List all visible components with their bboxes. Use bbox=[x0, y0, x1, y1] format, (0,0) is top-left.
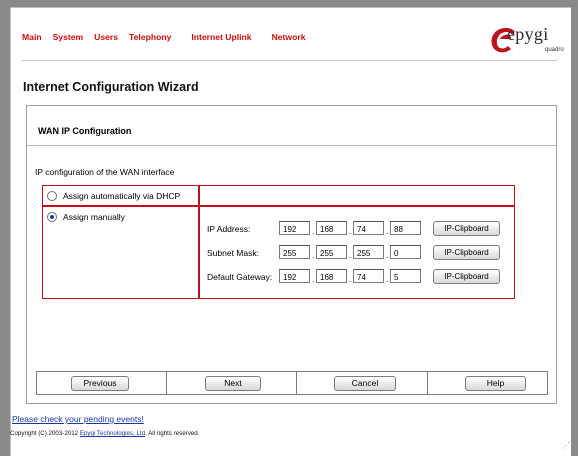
default-gateway-label: Default Gateway: bbox=[207, 272, 273, 282]
brand-subtitle: quadro bbox=[545, 47, 564, 53]
button-bar-divider bbox=[296, 372, 297, 394]
subnet-dot: . bbox=[312, 251, 315, 260]
wizard-button-bar: Previous Next Cancel Help bbox=[36, 371, 548, 395]
subnet-octet-1[interactable] bbox=[279, 245, 310, 259]
subnet-octet-3[interactable] bbox=[353, 245, 384, 259]
button-bar-divider bbox=[427, 372, 428, 394]
ip-octet-1[interactable] bbox=[279, 221, 310, 235]
ip-dot: . bbox=[312, 227, 315, 236]
next-button[interactable]: Next bbox=[205, 376, 261, 391]
manual-radio-label: Assign manually bbox=[63, 212, 125, 222]
subnet-mask-label: Subnet Mask: bbox=[207, 248, 259, 258]
ip-octet-4[interactable] bbox=[390, 221, 421, 235]
intro-text: IP configuration of the WAN interface bbox=[35, 167, 175, 177]
main-nav: Main System Users Telephony Internet Upl… bbox=[22, 32, 305, 44]
nav-telephony[interactable]: Telephony bbox=[129, 32, 171, 44]
subnet-octet-4[interactable] bbox=[390, 245, 421, 259]
ip-clipboard-button[interactable]: IP-Clipboard bbox=[433, 221, 500, 236]
subnet-dot: . bbox=[349, 251, 352, 260]
cancel-button[interactable]: Cancel bbox=[334, 376, 396, 391]
help-button[interactable]: Help bbox=[465, 376, 526, 391]
gateway-octet-1[interactable] bbox=[279, 269, 310, 283]
gateway-dot: . bbox=[312, 275, 315, 284]
nav-users[interactable]: Users bbox=[94, 32, 118, 44]
window-frame-left bbox=[0, 0, 10, 456]
subnet-clipboard-button[interactable]: IP-Clipboard bbox=[433, 245, 500, 260]
gateway-octet-4[interactable] bbox=[390, 269, 421, 283]
ip-address-label: IP Address: bbox=[207, 224, 251, 234]
panel-header: WAN IP Configuration bbox=[27, 106, 556, 146]
ip-octet-2[interactable] bbox=[316, 221, 347, 235]
gateway-octet-2[interactable] bbox=[316, 269, 347, 283]
ip-dot: . bbox=[349, 227, 352, 236]
window-frame-right bbox=[571, 0, 578, 456]
nav-network[interactable]: Network bbox=[272, 32, 306, 44]
panel-title: WAN IP Configuration bbox=[38, 126, 132, 136]
nav-main[interactable]: Main bbox=[22, 32, 42, 44]
gateway-dot: . bbox=[349, 275, 352, 284]
copyright-suffix: . All rights reserved. bbox=[145, 430, 200, 437]
resize-grip-icon: ⋰ bbox=[562, 441, 570, 450]
gateway-octet-3[interactable] bbox=[353, 269, 384, 283]
gateway-dot: . bbox=[386, 275, 389, 284]
button-bar-divider bbox=[166, 372, 167, 394]
nav-system[interactable]: System bbox=[53, 32, 84, 44]
manual-radio[interactable] bbox=[47, 212, 57, 222]
dhcp-option-empty-cell bbox=[199, 185, 515, 206]
header-divider bbox=[22, 60, 557, 61]
dhcp-radio-label: Assign automatically via DHCP bbox=[63, 191, 181, 201]
pending-events-link[interactable]: Please check your pending events! bbox=[12, 414, 144, 424]
nav-internet-uplink[interactable]: Internet Uplink bbox=[191, 32, 251, 44]
page-title: Internet Configuration Wizard bbox=[23, 80, 199, 94]
subnet-dot: . bbox=[386, 251, 389, 260]
copyright-text: Copyright (C) 2003-2012 Epygi Technologi… bbox=[10, 430, 199, 437]
gateway-clipboard-button[interactable]: IP-Clipboard bbox=[433, 269, 500, 284]
epygi-link[interactable]: Epygi Technologies, Ltd bbox=[80, 430, 145, 437]
ip-dot: . bbox=[386, 227, 389, 236]
subnet-octet-2[interactable] bbox=[316, 245, 347, 259]
ip-octet-3[interactable] bbox=[353, 221, 384, 235]
dhcp-radio[interactable] bbox=[47, 191, 57, 201]
previous-button[interactable]: Previous bbox=[71, 376, 129, 391]
brand-name: epygi bbox=[507, 24, 549, 44]
copyright-prefix: Copyright (C) 2003-2012 bbox=[10, 430, 80, 437]
window-frame-top bbox=[0, 0, 578, 7]
